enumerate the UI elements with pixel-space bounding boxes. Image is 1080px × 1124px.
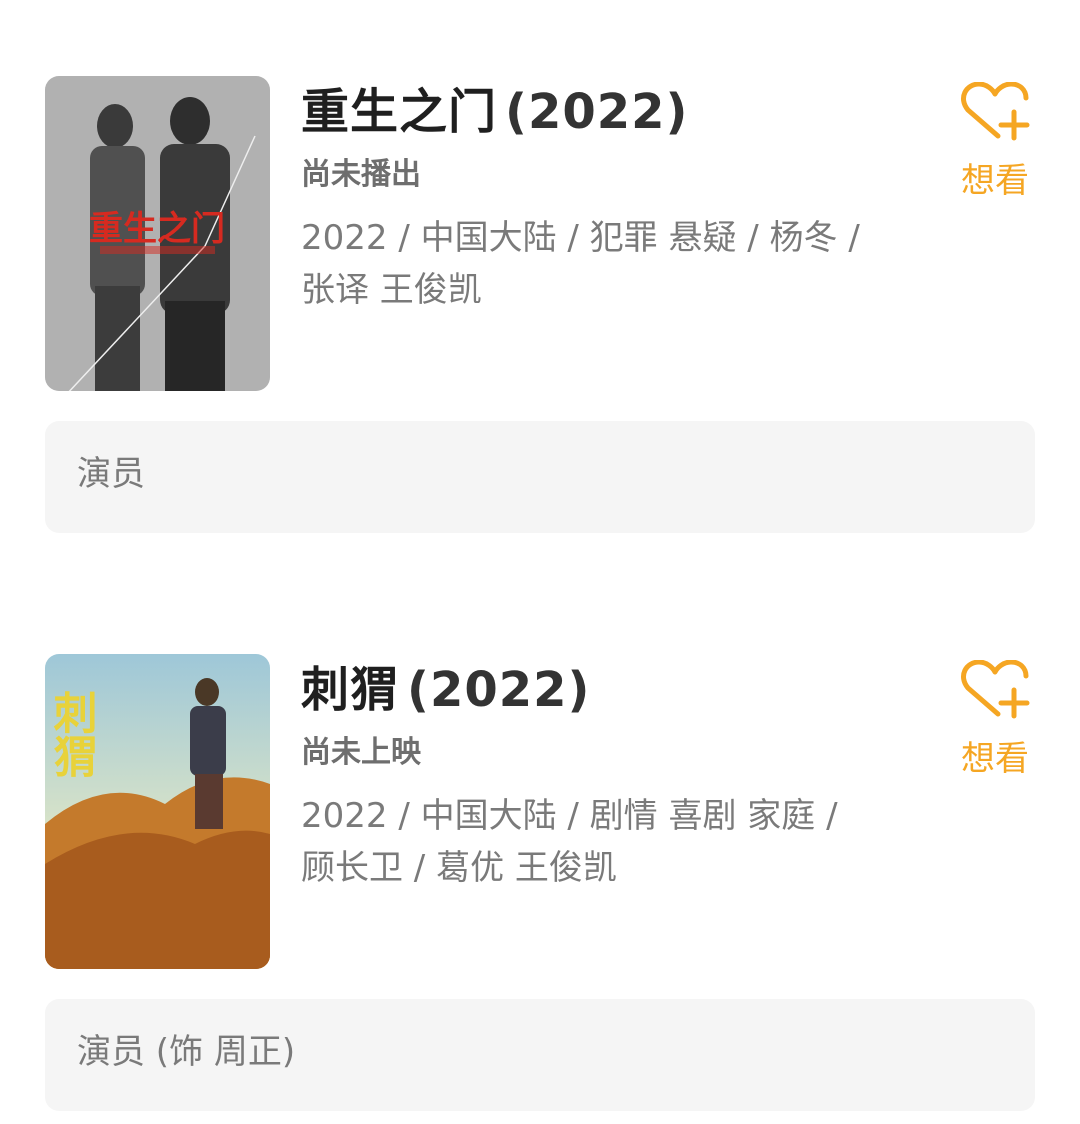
- movie-meta: 2022 / 中国大陆 / 犯罪 悬疑 / 杨冬 / 张译 王俊凯: [301, 218, 860, 310]
- role-box[interactable]: 演员 (饰 周正): [45, 999, 1035, 1111]
- movie-poster[interactable]: 刺猬: [45, 654, 270, 969]
- heart-plus-icon: [961, 660, 1030, 719]
- want-to-watch-button[interactable]: 想看: [955, 660, 1035, 776]
- movie-meta: 2022 / 中国大陆 / 剧情 喜剧 家庭 / 顾长卫 / 葛优 王俊凯: [301, 796, 838, 888]
- movie-info: 刺猬 (2022) 尚未上映 2022 / 中国大陆 / 剧情 喜剧 家庭 / 顾…: [301, 654, 921, 894]
- role-text: 演员: [77, 454, 145, 494]
- movie-title[interactable]: 重生之门 (2022): [301, 88, 921, 136]
- poster-image-icon: 重生之门: [45, 76, 270, 391]
- svg-text:刺猬: 刺猬: [46, 690, 98, 778]
- want-to-watch-label: 想看: [961, 161, 1029, 201]
- release-status: 尚未播出: [301, 157, 421, 192]
- movie-info: 重生之门 (2022) 尚未播出 2022 / 中国大陆 / 犯罪 悬疑 / 杨冬…: [301, 76, 921, 316]
- heart-plus-icon: [961, 82, 1030, 141]
- want-to-watch-button[interactable]: 想看: [955, 82, 1035, 198]
- want-to-watch-label: 想看: [961, 739, 1029, 779]
- role-text: 演员 (饰 周正): [77, 1032, 296, 1072]
- role-box[interactable]: 演员: [45, 421, 1035, 533]
- movie-poster[interactable]: 重生之门: [45, 76, 270, 391]
- movie-title[interactable]: 刺猬 (2022): [301, 666, 921, 714]
- svg-text:重生之门: 重生之门: [89, 209, 225, 249]
- release-status: 尚未上映: [301, 735, 421, 770]
- poster-image-icon: 刺猬: [45, 654, 270, 969]
